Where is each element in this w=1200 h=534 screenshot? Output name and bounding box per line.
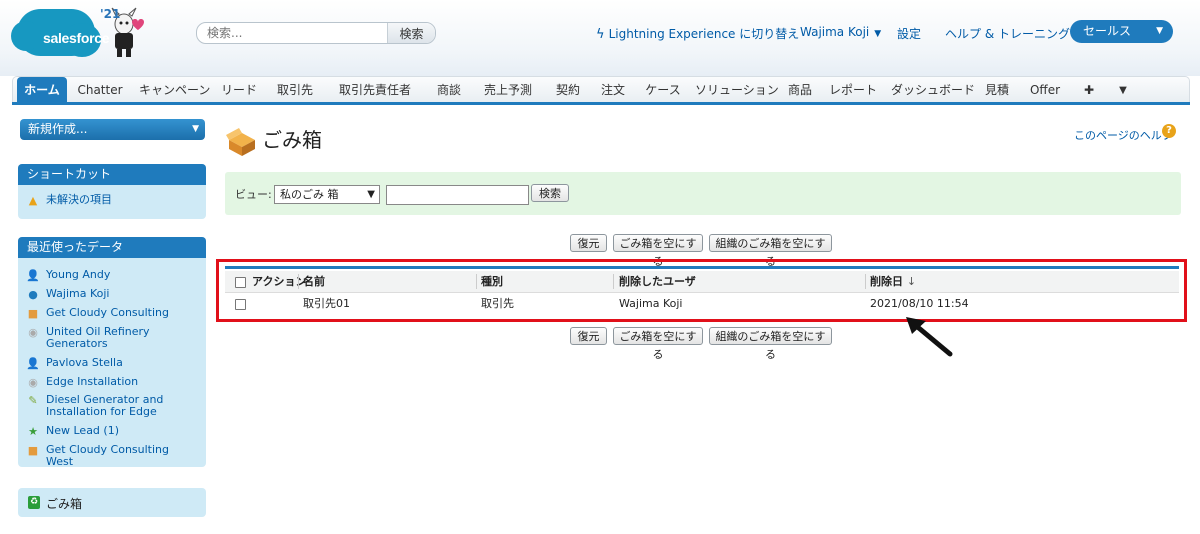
chevron-down-icon: ▼ bbox=[367, 189, 375, 200]
global-search-button[interactable]: 検索 bbox=[387, 23, 435, 43]
tab-orders[interactable]: 注文 bbox=[597, 77, 629, 104]
help-icon[interactable]: ? bbox=[1162, 124, 1176, 138]
view-label: ビュー: bbox=[235, 188, 272, 201]
tab-accounts[interactable]: 取引先 bbox=[272, 77, 318, 104]
empty-org-bin-button-bottom[interactable]: 組織のごみ箱を空にする bbox=[709, 327, 832, 361]
shortcut-item-label: 未解決の項目 bbox=[46, 193, 112, 206]
empty-org-bin-button-top[interactable]: 組織のごみ箱を空にする bbox=[709, 234, 832, 268]
warning-icon: ▲ bbox=[28, 194, 38, 207]
recent-items-panel: 最近使ったデータ 👤 Young Andy ● Wajima Koji ■ Get C… bbox=[18, 237, 206, 468]
tab-forecasts[interactable]: 売上予測 bbox=[478, 77, 538, 104]
quote-icon: ✎ bbox=[28, 394, 38, 407]
tab-cases[interactable]: ケース bbox=[643, 77, 683, 104]
global-search: 検索 bbox=[196, 22, 436, 44]
app-menu-button[interactable]: セールス ▼ bbox=[1070, 20, 1173, 43]
setup-link[interactable]: 設定 bbox=[897, 25, 921, 42]
person-icon: 👤 bbox=[26, 357, 40, 370]
highlight-annotation-box bbox=[216, 259, 1187, 322]
switch-lightning-label: Lightning Experience に切り替え bbox=[608, 27, 800, 41]
user-name: Wajima Koji bbox=[800, 25, 870, 39]
app-menu-label: セールス bbox=[1083, 24, 1132, 38]
recent-item-label: Young Andy bbox=[46, 268, 111, 281]
tab-bar-underline bbox=[12, 102, 1190, 105]
salesforce-logo[interactable]: salesforce bbox=[11, 9, 110, 57]
global-search-input[interactable] bbox=[197, 23, 405, 43]
recycle-search-button[interactable]: 検索 bbox=[531, 184, 569, 202]
caret-down-icon: ▼ bbox=[192, 124, 199, 134]
tab-bar: ホーム Chatter キャンペーン リード 取引先 取引先責任者 商談 売上予… bbox=[12, 76, 1190, 104]
recent-item-label: United Oil Refinery Generators bbox=[46, 325, 150, 350]
logo-year: '21 bbox=[100, 7, 121, 21]
all-tabs-plus-icon[interactable]: ✚ bbox=[1079, 77, 1099, 104]
recycle-bin-icon bbox=[226, 128, 255, 156]
tab-reports[interactable]: レポート bbox=[828, 77, 878, 104]
tab-contracts[interactable]: 契約 bbox=[552, 77, 584, 104]
recent-item-label: Get Cloudy Consulting bbox=[46, 306, 169, 319]
page-help-link[interactable]: このページのヘルプ bbox=[1074, 127, 1173, 143]
product-icon: ◉ bbox=[28, 326, 38, 339]
caret-down-icon: ▼ bbox=[874, 29, 882, 39]
tab-leads[interactable]: リード bbox=[221, 77, 257, 104]
tab-solutions[interactable]: ソリューション bbox=[695, 77, 779, 104]
more-tabs-caret-icon[interactable]: ▼ bbox=[1113, 77, 1133, 104]
opportunity-icon: ■ bbox=[27, 444, 39, 457]
recent-item-label: Get Cloudy Consulting West bbox=[46, 443, 169, 468]
user-menu[interactable]: Wajima Koji ▼ bbox=[800, 25, 881, 39]
sidebar-recycle-bin[interactable]: ♻ ごみ箱 bbox=[18, 488, 206, 517]
empty-bin-button-top[interactable]: ごみ箱を空にする bbox=[613, 234, 703, 268]
tab-home[interactable]: ホーム bbox=[17, 77, 67, 104]
view-select[interactable]: 私のごみ 箱 ▼ bbox=[274, 185, 380, 204]
shortcut-header: ショートカット bbox=[18, 164, 206, 185]
tab-campaigns[interactable]: キャンペーン bbox=[139, 77, 210, 104]
tab-contacts[interactable]: 取引先責任者 bbox=[333, 77, 417, 104]
restore-button-top[interactable]: 復元 bbox=[570, 234, 607, 252]
shortcut-panel: ショートカット ▲ 未解決の項目 bbox=[18, 164, 206, 219]
opportunity-icon: ■ bbox=[27, 307, 39, 320]
header: salesforce '21 検索 ϟLightning Experience … bbox=[0, 0, 1200, 76]
recycle-search-input[interactable] bbox=[386, 185, 529, 205]
lead-icon: ★ bbox=[28, 425, 38, 438]
page-title: ごみ箱 bbox=[262, 128, 322, 152]
create-new-button[interactable]: 新規作成... ▼ bbox=[20, 119, 205, 140]
tab-opportunities[interactable]: 商談 bbox=[432, 77, 466, 104]
lightning-icon: ϟ bbox=[596, 27, 605, 42]
view-filter-bar: ビュー: 私のごみ 箱 ▼ 検索 bbox=[225, 172, 1181, 215]
recent-item-label: Pavlova Stella bbox=[46, 356, 123, 369]
user-icon: ● bbox=[28, 288, 38, 301]
view-select-value: 私のごみ 箱 bbox=[280, 188, 339, 201]
tab-quotes[interactable]: 見積 bbox=[981, 77, 1013, 104]
switch-lightning-link[interactable]: ϟ Lightning Experience に切り替え bbox=[596, 25, 799, 42]
shortcut-title: ショートカット bbox=[27, 167, 112, 181]
person-icon: 👤 bbox=[26, 269, 40, 282]
logo-text: salesforce bbox=[43, 30, 110, 46]
recent-item-label: Diesel Generator and Installation for Ed… bbox=[46, 393, 164, 418]
recent-items-header: 最近使ったデータ bbox=[18, 237, 206, 258]
tab-chatter[interactable]: Chatter bbox=[74, 77, 126, 104]
annotation-arrow-icon bbox=[906, 317, 953, 357]
caret-down-icon: ▼ bbox=[1156, 26, 1163, 36]
tab-offer[interactable]: Offer bbox=[1026, 77, 1064, 104]
tab-products[interactable]: 商品 bbox=[783, 77, 817, 104]
recent-item-label: Wajima Koji bbox=[46, 287, 110, 300]
trash-icon: ♻ bbox=[28, 496, 40, 509]
help-training-link[interactable]: ヘルプ & トレーニング bbox=[945, 25, 1070, 42]
recent-items-title: 最近使ったデータ bbox=[27, 240, 124, 254]
tab-dashboards[interactable]: ダッシュボード bbox=[891, 77, 975, 104]
create-new-label: 新規作成... bbox=[28, 122, 88, 136]
recent-item-label: Edge Installation bbox=[46, 375, 139, 388]
sidebar-recycle-bin-label: ごみ箱 bbox=[46, 497, 83, 511]
recent-item-label: New Lead (1) bbox=[46, 424, 119, 437]
restore-button-bottom[interactable]: 復元 bbox=[570, 327, 607, 345]
empty-bin-button-bottom[interactable]: ごみ箱を空にする bbox=[613, 327, 703, 361]
product-icon: ◉ bbox=[28, 376, 38, 389]
